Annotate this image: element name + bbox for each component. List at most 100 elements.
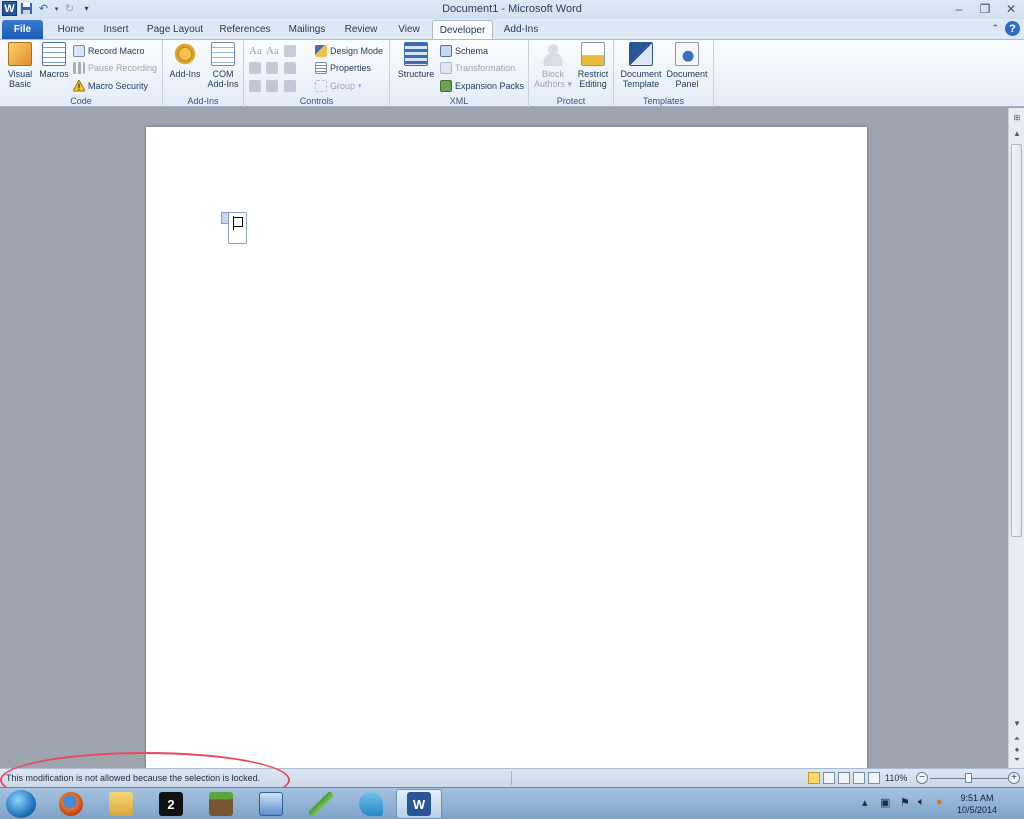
draft-view-icon[interactable] <box>868 772 880 784</box>
com-add-ins-button[interactable]: COM Add-Ins <box>205 42 241 89</box>
design-mode-icon <box>315 44 327 57</box>
tab-review[interactable]: Review <box>340 20 382 39</box>
tab-view[interactable]: View <box>392 20 426 39</box>
com-add-ins-icon <box>211 42 235 66</box>
transformation-button[interactable]: Transformation <box>440 60 515 75</box>
document-template-label-2: Template <box>622 79 660 89</box>
structure-icon <box>404 42 428 66</box>
expansion-packs-label: Expansion Packs <box>455 80 525 91</box>
visual-basic-label-1: Visual <box>7 69 33 79</box>
taskbar-app-2[interactable]: 2 <box>148 789 194 819</box>
taskbar-explorer[interactable] <box>98 789 144 819</box>
protect-group: Block Authors ▾ Restrict Editing Protect <box>529 40 614 107</box>
add-ins-button[interactable]: Add-Ins <box>167 42 203 79</box>
zoom-slider-thumb[interactable] <box>965 773 972 783</box>
tab-references[interactable]: References <box>216 20 274 39</box>
rich-text-control-button[interactable]: Aa <box>249 43 262 58</box>
volume-icon[interactable]: 🔈︎ <box>918 796 925 809</box>
properties-button[interactable]: Properties <box>315 60 371 75</box>
expansion-packs-button[interactable]: Expansion Packs <box>440 78 524 93</box>
full-screen-reading-view-icon[interactable] <box>823 772 835 784</box>
group-icon <box>315 79 327 92</box>
xml-group: Structure Schema Transformation Expansio… <box>390 40 529 107</box>
block-authors-button[interactable]: Block Authors ▾ <box>533 42 573 89</box>
add-ins-group-label: Add-Ins <box>187 96 219 106</box>
tab-file[interactable]: File <box>2 20 43 39</box>
check-box-control-button[interactable] <box>266 78 278 93</box>
ruler-toggle-icon[interactable]: ⊞ <box>1010 110 1024 124</box>
tab-mailings[interactable]: Mailings <box>284 20 330 39</box>
legacy-tools-button[interactable] <box>284 78 296 93</box>
scroll-thumb[interactable] <box>1011 144 1022 537</box>
visual-basic-button[interactable]: Visual Basic <box>4 42 36 89</box>
tab-developer[interactable]: Developer <box>432 20 493 39</box>
minimize-ribbon-icon[interactable]: ⌃ <box>991 23 999 34</box>
taskbar-plant-app[interactable] <box>298 789 344 819</box>
check-box-icon <box>266 79 278 92</box>
show-hidden-icons-icon[interactable]: ▴ <box>862 796 868 809</box>
print-layout-view-icon[interactable] <box>808 772 820 784</box>
scroll-down-icon[interactable]: ▼ <box>1010 716 1024 730</box>
status-separator <box>511 771 512 785</box>
ribbon-tabs: File Home Insert Page Layout References … <box>0 19 1024 39</box>
app-tray-icon[interactable]: ● <box>936 796 943 808</box>
document-panel-label-1: Document <box>666 69 708 79</box>
taskbar-minecraft[interactable] <box>198 789 244 819</box>
transformation-label: Transformation <box>455 62 516 73</box>
restrict-editing-button[interactable]: Restrict Editing <box>573 42 613 89</box>
tab-insert[interactable]: Insert <box>98 20 134 39</box>
start-button-icon[interactable] <box>6 790 36 818</box>
clock-time: 9:51 AM <box>960 793 994 803</box>
taskbar-word[interactable]: W <box>396 789 442 819</box>
locked-content-control[interactable] <box>228 212 247 244</box>
structure-button[interactable]: Structure <box>394 42 438 79</box>
picture-control-button[interactable] <box>284 43 296 58</box>
tab-add-ins[interactable]: Add-Ins <box>499 20 543 39</box>
tab-right-controls: ⌃ ? <box>991 21 1020 36</box>
taskbar-dolphin[interactable] <box>348 789 394 819</box>
help-icon[interactable]: ? <box>1005 21 1020 36</box>
zoom-level[interactable]: 110% <box>885 773 907 783</box>
minimize-icon[interactable]: – <box>946 0 972 18</box>
design-mode-button[interactable]: Design Mode <box>315 43 383 58</box>
block-authors-label-2: Authors ▾ <box>533 79 573 89</box>
outline-view-icon[interactable] <box>853 772 865 784</box>
action-center-icon[interactable]: ⚑ <box>900 796 910 809</box>
network-tray-icon[interactable]: ▣ <box>880 796 890 809</box>
vertical-scrollbar[interactable]: ⊞ ▲ ▼ ⏶ ● ⏷ <box>1008 108 1024 768</box>
tab-page-layout[interactable]: Page Layout <box>144 20 206 39</box>
plain-text-control-button[interactable]: Aa <box>266 43 279 58</box>
document-area <box>0 108 1008 787</box>
add-ins-label: Add-Ins <box>169 69 201 79</box>
legacy-tools-icon <box>284 79 296 92</box>
restore-icon[interactable]: ❐ <box>972 0 998 18</box>
drop-down-list-control-button[interactable] <box>284 60 296 75</box>
pause-recording-button[interactable]: Pause Recording <box>73 60 157 75</box>
macro-security-button[interactable]: Macro Security <box>73 78 148 93</box>
web-layout-view-icon[interactable] <box>838 772 850 784</box>
scroll-up-icon[interactable]: ▲ <box>1010 126 1024 140</box>
clock[interactable]: 9:51 AM 10/5/2014 <box>952 792 1002 816</box>
record-macro-label: Record Macro <box>88 45 145 56</box>
taskbar-network[interactable] <box>248 789 294 819</box>
gears-icon <box>173 42 197 66</box>
group-button[interactable]: Group ▾ <box>315 78 362 93</box>
schema-button[interactable]: Schema <box>440 43 488 58</box>
record-macro-button[interactable]: Record Macro <box>73 43 145 58</box>
close-icon[interactable]: ✕ <box>998 0 1024 18</box>
zoom-in-icon[interactable]: + <box>1008 772 1020 784</box>
tab-home[interactable]: Home <box>52 20 90 39</box>
document-template-button[interactable]: Document Template <box>618 42 664 89</box>
zoom-out-icon[interactable]: − <box>916 772 928 784</box>
document-panel-button[interactable]: Document Panel <box>664 42 710 89</box>
date-picker-control-button[interactable] <box>249 78 261 93</box>
next-page-icon[interactable]: ⏷ <box>1010 753 1024 767</box>
app-2-icon: 2 <box>159 792 183 816</box>
document-page[interactable] <box>146 127 867 787</box>
clock-date: 10/5/2014 <box>956 805 998 815</box>
combo-box-control-button[interactable] <box>266 60 278 75</box>
building-block-control-button[interactable] <box>249 60 261 75</box>
schema-label: Schema <box>455 45 489 56</box>
taskbar-firefox[interactable] <box>48 789 94 819</box>
macros-button[interactable]: Macros <box>38 42 70 79</box>
